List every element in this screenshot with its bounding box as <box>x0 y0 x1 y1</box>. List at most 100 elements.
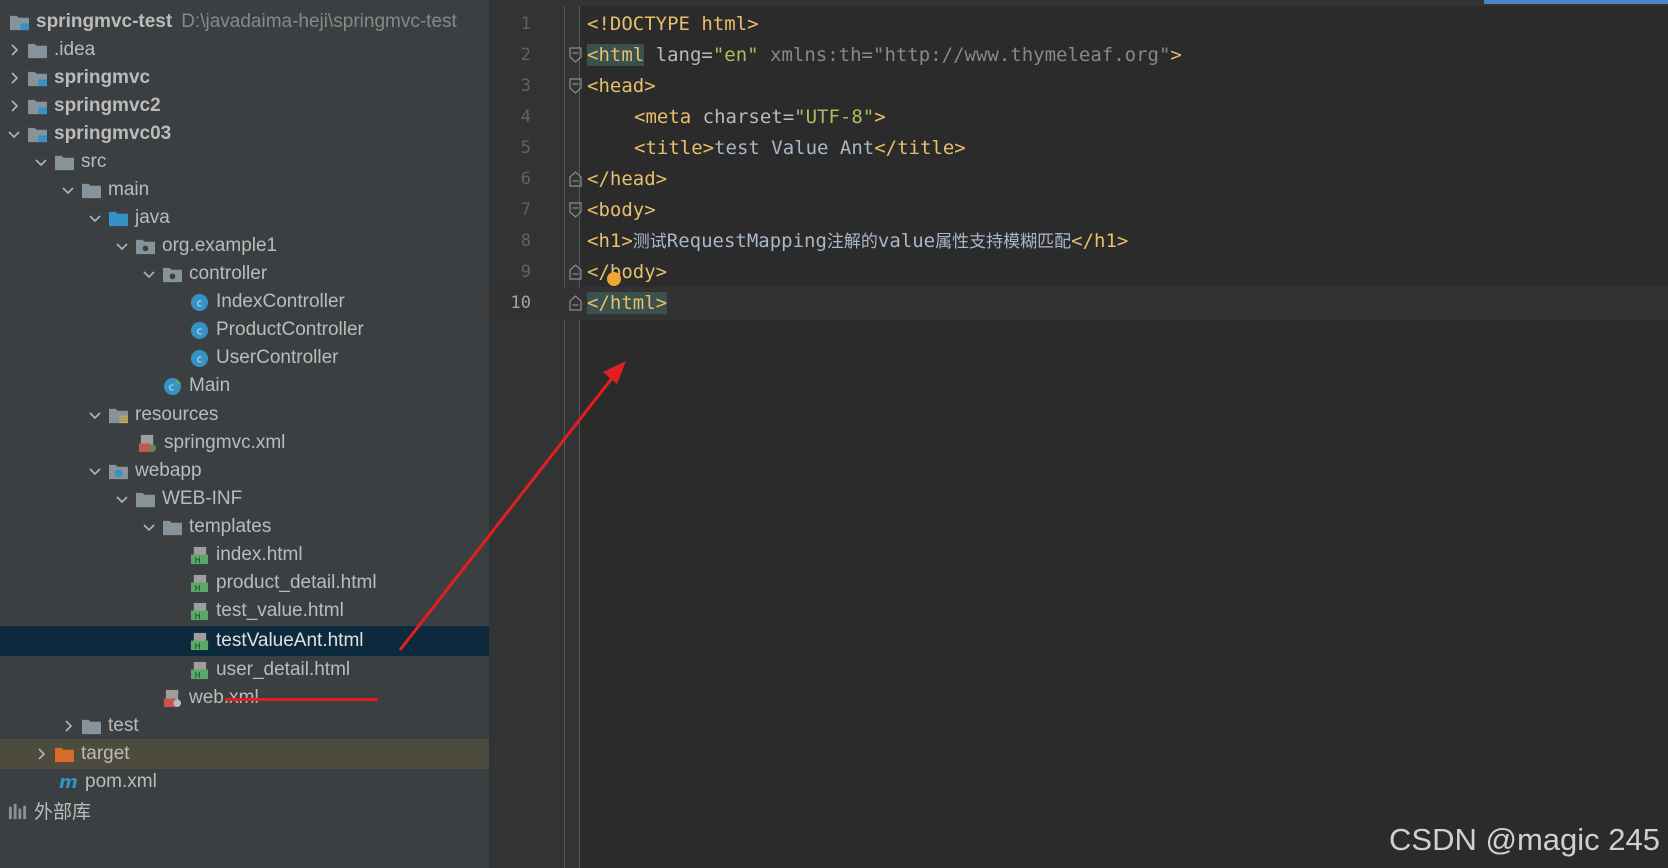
code-line[interactable]: 2 <html lang="en" xmlns:th="http://www.t… <box>489 39 1668 72</box>
code-line[interactable]: 8 <h1>测试RequestMapping注解的value属性支持模糊匹配</… <box>489 225 1668 258</box>
folder-icon <box>161 512 183 542</box>
code-line-current[interactable]: 10 </html> <box>489 287 1668 320</box>
tree-item-product-detail-html[interactable]: H product_detail.html <box>0 568 489 598</box>
token-text: 测试 <box>632 232 667 252</box>
svg-text:m: m <box>59 773 78 792</box>
chevron-right-icon[interactable] <box>6 63 22 93</box>
tree-item-springmvc03[interactable]: springmvc03 <box>0 119 489 149</box>
code-line[interactable]: 1 <!DOCTYPE html> <box>489 8 1668 41</box>
tree-item-label: main <box>108 179 150 200</box>
chevron-right-icon[interactable] <box>6 91 22 121</box>
html-file-icon: H <box>188 540 210 570</box>
chevron-right-icon[interactable] <box>6 35 22 65</box>
tree-root-springmvc-test[interactable]: springmvc-test D:\javadaima-heji\springm… <box>0 7 489 37</box>
fold-close-icon[interactable] <box>569 171 582 187</box>
token-tag-close: > <box>874 106 886 128</box>
line-number: 1 <box>520 14 531 34</box>
tree-item-resources[interactable]: resources <box>0 400 489 430</box>
chevron-right-icon[interactable] <box>33 739 49 769</box>
line-number: 5 <box>520 138 531 158</box>
chevron-down-icon[interactable] <box>114 484 130 514</box>
active-tab-indicator <box>1484 0 1668 4</box>
tree-item-label: WEB-INF <box>162 488 243 509</box>
tree-item-label: resources <box>135 404 219 425</box>
code-line[interactable]: 4 <meta charset="UTF-8"> <box>489 101 1668 134</box>
chevron-down-icon[interactable] <box>87 400 103 430</box>
svg-text:H: H <box>194 671 200 680</box>
code-line[interactable]: 7 <body> <box>489 194 1668 227</box>
tree-item-label: index.html <box>216 544 303 565</box>
fold-open-icon[interactable] <box>569 78 582 94</box>
code-text: </html> <box>587 287 668 320</box>
chevron-down-icon[interactable] <box>6 119 22 149</box>
tree-item-controller[interactable]: controller <box>0 259 489 289</box>
tree-item-main-class[interactable]: c Main <box>0 371 489 401</box>
chevron-down-icon[interactable] <box>87 203 103 233</box>
tree-item-productcontroller[interactable]: c ProductController <box>0 315 489 345</box>
tree-item-test[interactable]: test <box>0 711 489 741</box>
fold-close-icon[interactable] <box>569 295 582 311</box>
tree-item-label: IndexController <box>216 291 345 312</box>
tree-item-label: templates <box>189 516 272 537</box>
tree-item-templates[interactable]: templates <box>0 512 489 542</box>
folder-icon <box>26 35 48 65</box>
tree-item-user-detail-html[interactable]: H user_detail.html <box>0 655 489 685</box>
tree-item-indexcontroller[interactable]: c IndexController <box>0 287 489 317</box>
tree-item-src[interactable]: src <box>0 147 489 177</box>
code-editor[interactable]: 1 <!DOCTYPE html> 2 <html lang="en" xmln… <box>489 0 1668 868</box>
resources-folder-icon <box>107 400 129 430</box>
tree-item-springmvc[interactable]: springmvc <box>0 63 489 93</box>
tree-item-index-html[interactable]: H index.html <box>0 540 489 570</box>
tree-item-springmvc2[interactable]: springmvc2 <box>0 91 489 121</box>
tree-item-label: springmvc <box>54 67 151 88</box>
svg-text:c: c <box>196 325 202 337</box>
tree-item-pom-xml[interactable]: m pom.xml <box>0 767 489 797</box>
tree-item-label: UserController <box>216 347 339 368</box>
chevron-down-icon[interactable] <box>87 456 103 486</box>
module-folder-icon <box>26 63 48 93</box>
tree-item-label: springmvc03 <box>54 123 172 144</box>
tree-item-external-libraries[interactable]: 外部库 <box>0 795 489 825</box>
tree-item-main[interactable]: main <box>0 175 489 205</box>
line-number: 3 <box>520 76 531 96</box>
code-text: <h1>测试RequestMapping注解的value属性支持模糊匹配</h1… <box>587 225 1128 259</box>
tree-item-springmvc-xml[interactable]: springmvc.xml <box>0 428 489 458</box>
chevron-right-icon[interactable] <box>60 711 76 741</box>
chevron-down-icon[interactable] <box>33 147 49 177</box>
chevron-down-icon[interactable] <box>141 512 157 542</box>
code-text: </head> <box>587 163 667 196</box>
chevron-down-icon[interactable] <box>60 175 76 205</box>
tree-item-test-value-html[interactable]: H test_value.html <box>0 596 489 626</box>
code-line[interactable]: 3 <head> <box>489 70 1668 103</box>
token-tag: </head> <box>587 168 668 190</box>
tree-item-idea[interactable]: .idea <box>0 35 489 65</box>
module-folder-icon <box>26 91 48 121</box>
token-attr: lang= <box>644 44 713 66</box>
code-text: <meta charset="UTF-8"> <box>634 101 886 134</box>
tree-item-label: src <box>81 151 107 172</box>
chevron-down-icon[interactable] <box>114 231 130 261</box>
svg-text:H: H <box>194 612 200 621</box>
xml-config-file-icon <box>161 683 183 713</box>
intention-bulb-icon[interactable] <box>607 272 621 286</box>
line-number: 8 <box>520 231 531 251</box>
project-path: D:\javadaima-heji\springmvc-test <box>181 11 457 32</box>
code-line[interactable]: 5 <title>test Value Ant</title> <box>489 132 1668 165</box>
code-line[interactable]: 9 </body> <box>489 256 1668 289</box>
tree-item-webapp[interactable]: webapp <box>0 456 489 486</box>
fold-close-icon[interactable] <box>569 264 582 280</box>
fold-open-icon[interactable] <box>569 47 582 63</box>
code-text: <head> <box>587 70 656 103</box>
token-text: RequestMapping <box>666 230 827 252</box>
tree-item-target[interactable]: target <box>0 739 489 769</box>
red-underline-annotation <box>225 698 378 701</box>
tree-item-usercontroller[interactable]: c UserController <box>0 343 489 373</box>
tree-item-org-example1[interactable]: org.example1 <box>0 231 489 261</box>
tree-item-testvalueant-html[interactable]: H testValueAnt.html <box>0 626 489 656</box>
chevron-down-icon[interactable] <box>141 259 157 289</box>
tree-item-web-inf[interactable]: WEB-INF <box>0 484 489 514</box>
fold-open-icon[interactable] <box>569 202 582 218</box>
maven-icon: m <box>57 767 79 797</box>
code-line[interactable]: 6 </head> <box>489 163 1668 196</box>
tree-item-java[interactable]: java <box>0 203 489 233</box>
